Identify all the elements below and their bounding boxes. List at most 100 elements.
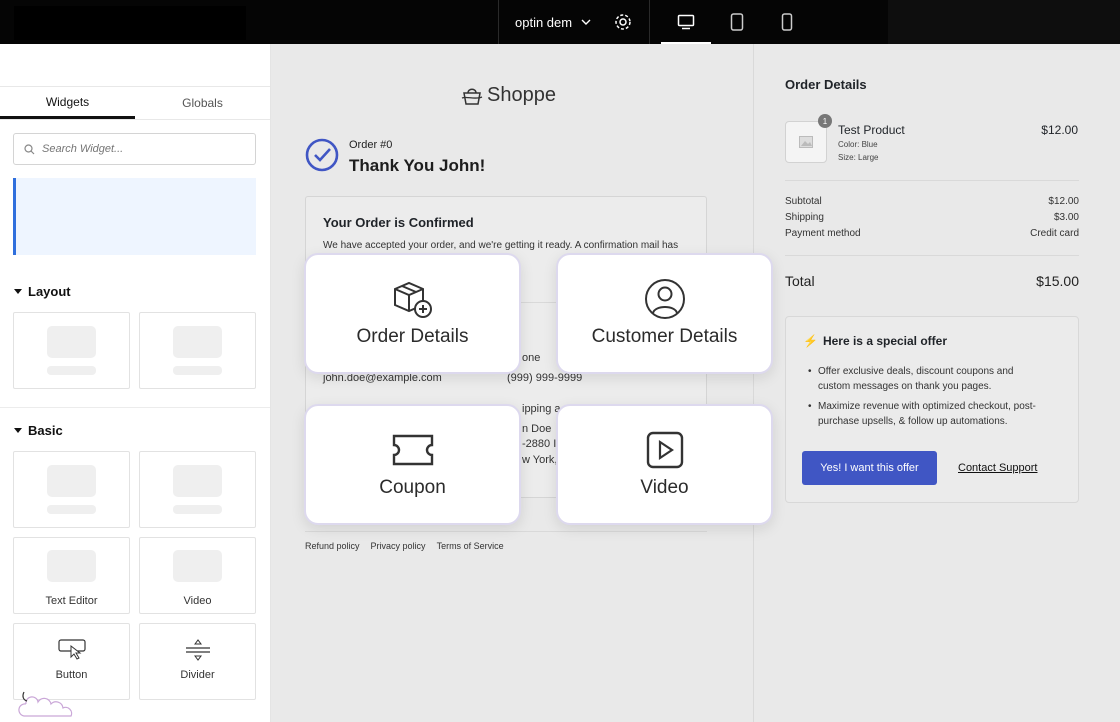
lightning-icon: ⚡ <box>803 334 818 348</box>
subtotal-label: Subtotal <box>785 196 822 207</box>
widget-placeholder-label <box>47 505 96 514</box>
confirm-title: Your Order is Confirmed <box>323 215 474 230</box>
user-circle-icon <box>644 279 685 319</box>
customer-details-widget-card[interactable]: Customer Details <box>556 253 773 374</box>
check-circle-icon <box>305 138 339 172</box>
layout-section-toggle[interactable]: Layout <box>14 284 71 299</box>
widget-placeholder-icon <box>47 326 96 358</box>
widget-divider[interactable]: Divider <box>139 623 256 700</box>
divider-icon <box>185 639 210 661</box>
caret-down-icon <box>14 289 22 294</box>
widget-sidebar: Widgets Globals Layout Basic Text Editor… <box>0 44 271 722</box>
basic-section-toggle[interactable]: Basic <box>14 423 63 438</box>
shipping-address-partial: -2880 I <box>522 438 557 450</box>
widget-layout-1[interactable] <box>13 312 130 389</box>
tab-globals[interactable]: Globals <box>135 87 270 119</box>
subtotal-row: Subtotal $12.00 <box>785 196 1079 207</box>
widget-placeholder-icon <box>47 465 96 497</box>
widget-basic-2[interactable] <box>139 451 256 528</box>
offer-bullet: Offer exclusive deals, discount coupons … <box>808 364 1048 394</box>
widget-video[interactable]: Video <box>139 537 256 614</box>
phone-heading-partial: one <box>522 352 541 364</box>
contact-support-link[interactable]: Contact Support <box>958 462 1038 474</box>
coupon-widget-card[interactable]: Coupon <box>304 404 521 525</box>
image-placeholder-icon <box>799 136 813 148</box>
refund-policy-link[interactable]: Refund policy <box>305 541 360 551</box>
quantity-badge: 1 <box>818 114 832 128</box>
privacy-policy-link[interactable]: Privacy policy <box>371 541 426 551</box>
widget-label: Divider <box>180 669 215 681</box>
tablet-icon <box>730 13 744 31</box>
offer-title: ⚡ Here is a special offer <box>803 334 947 348</box>
shipping-city-partial: w York, <box>522 454 558 466</box>
thank-you-heading: Thank You John! <box>349 156 486 175</box>
shipping-value: $3.00 <box>1053 212 1079 223</box>
shipping-label: Shipping <box>785 212 824 223</box>
layout-heading: Layout <box>28 284 71 299</box>
button-icon <box>57 639 86 660</box>
desktop-view-button[interactable] <box>661 0 711 44</box>
mascot-icon <box>18 691 73 717</box>
product-color: Color: Blue <box>838 140 878 149</box>
tab-widgets[interactable]: Widgets <box>0 87 135 119</box>
tablet-view-button[interactable] <box>712 0 762 44</box>
summary-divider <box>785 180 1079 181</box>
video-icon <box>173 550 222 582</box>
shipping-name-partial: n Doe <box>522 423 552 435</box>
widget-placeholder-label <box>173 505 222 514</box>
payment-value: Credit card <box>1030 228 1079 239</box>
mobile-view-button[interactable] <box>762 0 812 44</box>
chevron-down-icon <box>581 19 591 25</box>
card-label: Coupon <box>379 477 446 498</box>
widget-button[interactable]: Button <box>13 623 130 700</box>
card-label: Video <box>640 477 689 498</box>
product-price: $12.00 <box>1041 123 1078 137</box>
widget-placeholder-label <box>47 366 96 375</box>
toolbar-right-area <box>888 0 1120 44</box>
ticket-icon <box>392 434 433 466</box>
widget-placeholder-label <box>173 366 222 375</box>
brand-name: Shoppe <box>487 84 556 106</box>
product-name: Test Product <box>838 123 905 137</box>
shipping-row: Shipping $3.00 <box>785 212 1079 223</box>
sidebar-tabs: Widgets Globals <box>0 86 270 120</box>
widget-label: Video <box>183 595 212 607</box>
gear-icon[interactable] <box>613 12 633 32</box>
caret-down-icon <box>14 428 22 433</box>
text-editor-icon <box>47 550 96 582</box>
widget-text-editor[interactable]: Text Editor <box>13 537 130 614</box>
subtotal-value: $12.00 <box>1048 196 1079 207</box>
total-row: Total $15.00 <box>785 273 1079 289</box>
search-input[interactable] <box>42 143 242 155</box>
widget-label: Text Editor <box>45 595 98 607</box>
page-name: optin dem <box>515 14 573 30</box>
widget-placeholder-icon <box>173 326 222 358</box>
accept-offer-button[interactable]: Yes! I want this offer <box>802 451 937 485</box>
widget-label: Button <box>55 669 88 681</box>
section-divider <box>0 407 270 408</box>
offer-bullet: Maximize revenue with optimized checkout… <box>808 399 1048 429</box>
product-thumbnail <box>785 121 827 163</box>
widget-basic-1[interactable] <box>13 451 130 528</box>
desktop-icon <box>677 14 695 30</box>
order-details-widget-card[interactable]: Order Details <box>304 253 521 374</box>
drop-highlight <box>13 178 256 255</box>
video-widget-card[interactable]: Video <box>556 404 773 525</box>
top-toolbar: optin dem <box>0 0 1120 44</box>
offer-title-text: Here is a special offer <box>822 334 948 348</box>
widget-search[interactable] <box>13 133 256 165</box>
terms-link[interactable]: Terms of Service <box>437 541 504 551</box>
basic-heading: Basic <box>28 423 63 438</box>
search-icon <box>24 143 35 154</box>
footer-links: Refund policy Privacy policy Terms of Se… <box>305 541 504 551</box>
payment-label: Payment method <box>785 228 861 239</box>
total-value: $15.00 <box>1036 273 1079 289</box>
order-number: Order #0 <box>349 139 393 151</box>
footer-divider <box>305 531 707 532</box>
product-size: Size: Large <box>838 153 879 162</box>
package-add-icon <box>393 281 432 318</box>
widget-layout-2[interactable] <box>139 312 256 389</box>
play-icon <box>646 431 683 469</box>
toolbar-left-area <box>14 6 246 40</box>
payment-row: Payment method Credit card <box>785 228 1079 239</box>
